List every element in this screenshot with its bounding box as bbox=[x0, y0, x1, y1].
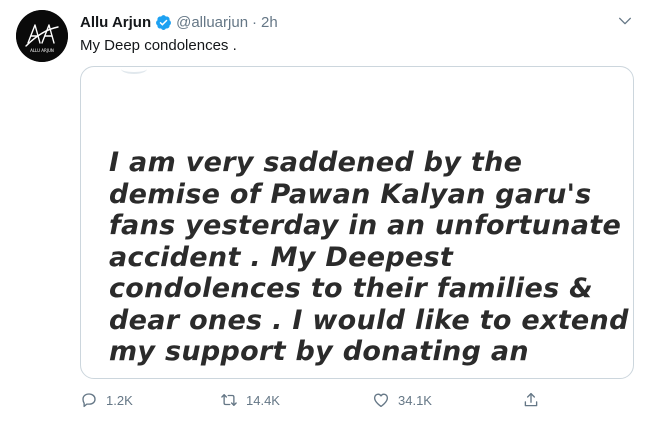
media-text-line: condolences to their families & bbox=[109, 273, 593, 304]
separator-dot: · bbox=[252, 13, 258, 31]
tweet-header: Allu Arjun @alluarjun · 2h bbox=[80, 11, 278, 33]
user-handle[interactable]: @alluarjun bbox=[176, 14, 248, 31]
heart-icon bbox=[373, 393, 389, 408]
share-icon bbox=[524, 392, 538, 407]
media-text-line: fans yesterday in an unfortunate bbox=[109, 210, 622, 241]
media-text-line: accident . My Deepest bbox=[109, 241, 454, 273]
chevron-down-icon bbox=[619, 17, 631, 25]
tweet-timestamp[interactable]: 2h bbox=[261, 14, 278, 31]
tweet[interactable]: ALLU ARJUN Allu Arjun @alluarjun · 2h My… bbox=[0, 0, 650, 422]
like-button[interactable]: 34.1K bbox=[372, 391, 432, 409]
reply-count: 1.2K bbox=[106, 392, 133, 408]
more-options-button[interactable] bbox=[614, 10, 636, 32]
media-text-line: my support by donating an bbox=[109, 336, 529, 367]
allu-arjun-logo-icon: ALLU ARJUN bbox=[16, 10, 68, 62]
verified-badge-icon bbox=[155, 14, 172, 31]
media-decoration bbox=[121, 67, 147, 74]
retweet-icon bbox=[221, 394, 237, 406]
media-text-line: I am very saddened by the bbox=[109, 147, 523, 178]
avatar-caption: ALLU ARJUN bbox=[30, 48, 54, 53]
tweet-actions: 1.2K 14.4K 34.1K bbox=[80, 388, 550, 412]
display-name[interactable]: Allu Arjun bbox=[80, 14, 151, 31]
retweet-count: 14.4K bbox=[246, 392, 280, 408]
media-text-line: demise of Pawan Kalyan garu's bbox=[109, 178, 592, 210]
media-text-line: dear ones . I would like to extend bbox=[109, 304, 629, 336]
reply-button[interactable]: 1.2K bbox=[80, 391, 133, 409]
tweet-media-image[interactable]: I am very saddened by the demise of Pawa… bbox=[80, 66, 634, 379]
avatar[interactable]: ALLU ARJUN bbox=[16, 10, 68, 62]
tweet-text: My Deep condolences . bbox=[80, 37, 237, 54]
share-button[interactable] bbox=[522, 391, 540, 409]
media-text: I am very saddened by the demise of Pawa… bbox=[109, 147, 633, 368]
reply-icon bbox=[82, 393, 96, 408]
like-count: 34.1K bbox=[398, 392, 432, 408]
retweet-button[interactable]: 14.4K bbox=[220, 391, 280, 409]
